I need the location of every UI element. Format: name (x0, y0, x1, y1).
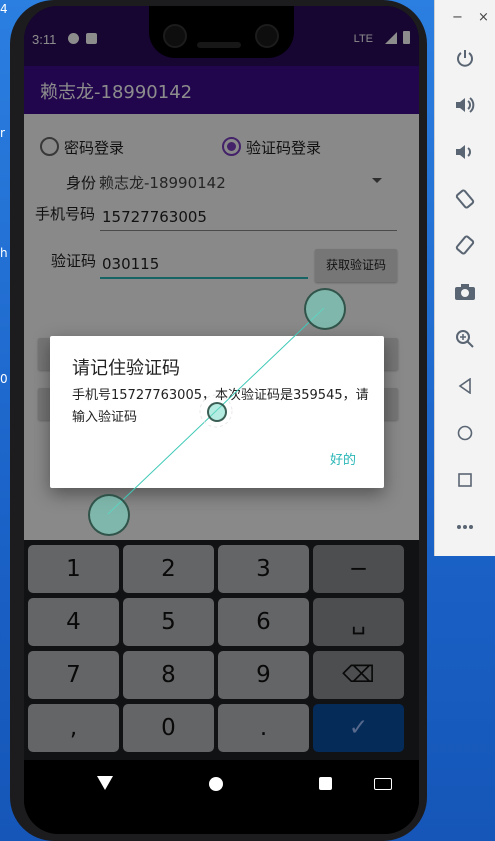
touch-point-icon (88, 494, 130, 536)
minimize-icon[interactable]: − (452, 10, 463, 25)
emulator-toolbar: − × (434, 0, 495, 556)
navigation-bar (24, 760, 419, 808)
dialog-ok-button[interactable]: 好的 (330, 449, 356, 468)
nav-recents-icon[interactable] (319, 777, 332, 790)
rotate-right-icon[interactable] (450, 230, 480, 260)
back-icon[interactable] (450, 371, 480, 401)
desktop-text-fragment: 4 (0, 2, 8, 16)
close-icon[interactable]: × (478, 10, 489, 25)
nav-back-icon[interactable] (97, 776, 113, 790)
desktop-text-fragment: r (0, 126, 5, 140)
more-icon[interactable] (450, 512, 480, 542)
zoom-icon[interactable] (450, 324, 480, 354)
power-icon[interactable] (450, 43, 480, 73)
volume-up-icon[interactable] (450, 90, 480, 120)
desktop-text-fragment: 0 (0, 372, 8, 386)
volume-down-icon[interactable] (450, 137, 480, 167)
keyboard-switch-icon[interactable] (374, 778, 392, 790)
screenshot-icon[interactable] (450, 277, 480, 307)
touch-point-icon (207, 402, 227, 422)
rotate-left-icon[interactable] (450, 184, 480, 214)
overview-icon[interactable] (450, 465, 480, 495)
touch-point-icon (304, 288, 346, 330)
nav-home-icon[interactable] (209, 777, 223, 791)
desktop-text-fragment: h (0, 246, 8, 260)
home-icon[interactable] (450, 418, 480, 448)
dialog-title: 请记住验证码 (72, 358, 180, 379)
